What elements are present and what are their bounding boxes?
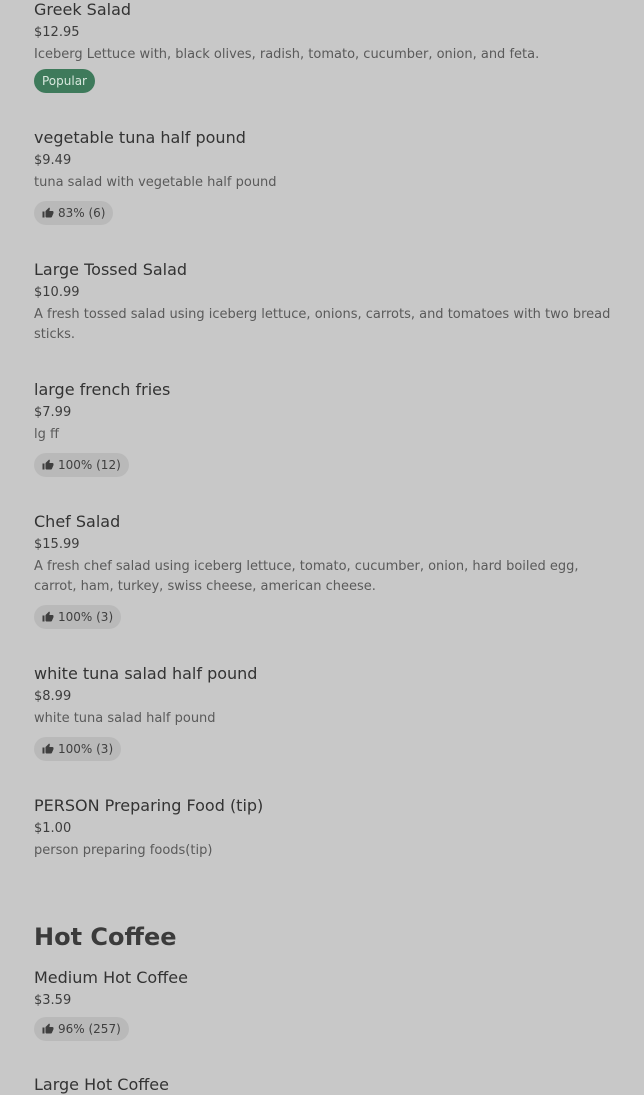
menu-item-chef-salad[interactable]: Chef Salad $15.99 A fresh chef salad usi…: [34, 512, 614, 629]
rating-text: 96% (257): [58, 1022, 121, 1036]
thumbs-up-icon: [42, 459, 54, 470]
item-description: lg ff: [34, 427, 59, 442]
menu-item-greek-salad[interactable]: Greek Salad $12.95 Iceberg Lettuce with,…: [34, 0, 614, 93]
menu-item-white-tuna-salad[interactable]: white tuna salad half pound $8.99 white …: [34, 664, 614, 761]
menu-item-medium-hot-coffee[interactable]: Medium Hot Coffee $3.59 96% (257): [34, 968, 614, 1041]
item-price: $10.99: [34, 285, 80, 300]
item-description: A fresh chef salad using iceberg lettuce…: [34, 559, 579, 594]
menu-item-large-french-fries[interactable]: large french fries $7.99 lg ff 100% (12): [34, 380, 614, 477]
rating-chip: 83% (6): [34, 201, 114, 225]
thumbs-up-icon: [42, 1023, 54, 1034]
rating-chip: 100% (3): [34, 737, 122, 761]
rating-chip: 96% (257): [34, 1017, 129, 1041]
item-name: vegetable tuna half pound: [34, 128, 246, 147]
popular-badge: Popular: [34, 69, 95, 93]
rating-text: 100% (3): [58, 610, 114, 624]
item-price: $1.00: [34, 821, 72, 836]
thumbs-up-icon: [42, 611, 54, 622]
rating-chip: 100% (12): [34, 453, 129, 477]
item-price: $8.99: [34, 689, 72, 704]
rating-text: 100% (12): [58, 458, 121, 472]
item-price: $7.99: [34, 405, 72, 420]
item-name: Large Hot Coffee: [34, 1075, 169, 1094]
section-title-hot-coffee: Hot Coffee: [34, 923, 177, 951]
rating-chip: 100% (3): [34, 605, 122, 629]
item-description: white tuna salad half pound: [34, 711, 216, 726]
rating-text: 83% (6): [58, 206, 106, 220]
thumbs-up-icon: [42, 207, 54, 218]
menu-item-vegetable-tuna[interactable]: vegetable tuna half pound $9.49 tuna sal…: [34, 128, 614, 225]
thumbs-up-icon: [42, 743, 54, 754]
item-name: PERSON Preparing Food (tip): [34, 796, 264, 815]
item-name: Medium Hot Coffee: [34, 968, 188, 987]
item-description: person preparing foods(tip): [34, 843, 213, 858]
item-description: A fresh tossed salad using iceberg lettu…: [34, 307, 611, 342]
menu-item-large-tossed-salad[interactable]: Large Tossed Salad $10.99 A fresh tossed…: [34, 260, 614, 345]
item-name: large french fries: [34, 380, 171, 399]
item-name: Chef Salad: [34, 512, 121, 531]
item-price: $12.95: [34, 25, 80, 40]
item-price: $9.49: [34, 153, 72, 168]
menu-item-preparing-food-tip[interactable]: PERSON Preparing Food (tip) $1.00 person…: [34, 796, 614, 861]
item-price: $15.99: [34, 537, 80, 552]
item-description: tuna salad with vegetable half pound: [34, 175, 277, 190]
item-name: white tuna salad half pound: [34, 664, 258, 683]
menu-item-large-hot-coffee[interactable]: Large Hot Coffee: [34, 1075, 614, 1095]
item-name: Large Tossed Salad: [34, 260, 188, 279]
item-name: Greek Salad: [34, 0, 132, 19]
item-price: $3.59: [34, 993, 72, 1008]
item-description: Iceberg Lettuce with, black olives, radi…: [34, 47, 540, 62]
rating-text: 100% (3): [58, 742, 114, 756]
